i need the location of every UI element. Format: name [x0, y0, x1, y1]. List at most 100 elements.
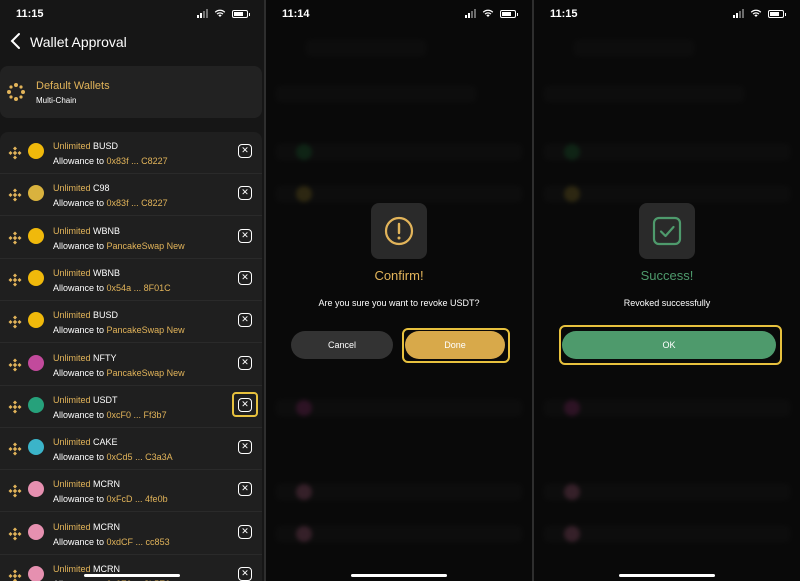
done-button-highlight — [402, 328, 510, 363]
revoke-close-icon[interactable]: ✕ — [238, 270, 252, 285]
approval-spender: Allowance to 0xFcD ... 4fe0b — [53, 494, 168, 504]
allowance-label: Allowance to — [53, 156, 105, 166]
approval-prefix: Unlimited — [53, 352, 91, 363]
allowance-label: Allowance to — [53, 494, 105, 505]
approval-prefix: Unlimited — [53, 141, 91, 151]
modal-overlay — [534, 0, 800, 581]
token-symbol: MCRN — [93, 564, 121, 574]
wallet-approval-screen: 11:15 Wallet Approval Default Wallets Mu… — [0, 0, 264, 581]
token-icon — [28, 143, 44, 159]
warning-icon-box — [371, 203, 427, 259]
status-bar: 11:14 — [266, 6, 532, 24]
default-wallets-card[interactable]: Default Wallets Multi-Chain — [0, 66, 262, 118]
token-icon — [28, 439, 44, 456]
battery-icon — [768, 9, 786, 18]
revoke-close-icon[interactable]: ✕ — [238, 355, 252, 370]
home-indicator — [351, 574, 447, 577]
approval-row: Unlimited MCRNAllowance to 0x0F0 ... 8b5… — [0, 555, 262, 581]
multi-chain-icon — [7, 83, 25, 101]
revoke-close-icon[interactable]: ✕ — [238, 313, 252, 328]
status-icons — [197, 9, 250, 18]
approval-amount: Unlimited MCRN — [53, 522, 120, 532]
token-symbol: WBNB — [93, 225, 121, 236]
status-time: 11:15 — [550, 8, 578, 20]
token-icon — [28, 354, 44, 371]
approval-row: Unlimited BUSD Allowance to PancakeSwap N… — [0, 301, 262, 344]
token-icon — [28, 269, 44, 286]
allowance-label: Allowance to — [53, 282, 105, 293]
success-icon-box — [639, 203, 695, 259]
spender-address: PancakeSwap New — [106, 325, 185, 336]
approval-prefix: Unlimited — [53, 225, 91, 236]
approval-amount: Unlimited WBNB — [53, 226, 120, 236]
check-icon — [652, 216, 682, 246]
signal-icon — [197, 9, 208, 18]
approval-spender: Allowance to 0x83f ... C8227 — [53, 156, 168, 166]
success-message: Revoked successfully — [623, 298, 711, 308]
spender-address: 0xFcD ... 4fe0b — [106, 494, 168, 505]
confirm-screen: 11:14 Confirm! Are you sure you want to … — [266, 0, 532, 581]
confirm-title: Confirm! — [374, 268, 424, 283]
token-symbol: BUSD — [93, 310, 119, 321]
token-symbol: WBNB — [93, 267, 121, 278]
token-symbol: BUSD — [93, 141, 119, 151]
approval-spender: Allowance to 0xcF0 ... Ff3b7 — [53, 410, 167, 420]
battery-icon — [500, 9, 518, 18]
revoke-close-icon[interactable]: ✕ — [238, 524, 252, 539]
token-symbol: MCRN — [93, 521, 121, 532]
token-icon — [28, 481, 44, 498]
cancel-button[interactable]: Cancel — [291, 331, 393, 359]
approval-amount: Unlimited USDT — [53, 395, 118, 405]
spender-address: PancakeSwap New — [106, 367, 185, 378]
token-symbol: CAKE — [93, 437, 118, 448]
approval-spender: Allowance to 0xdCF ... cc853 — [53, 537, 170, 547]
spender-address: 0xdCF ... cc853 — [106, 536, 170, 547]
bnb-chain-icon — [8, 315, 22, 329]
revoke-close-icon[interactable]: ✕ — [238, 144, 252, 158]
approval-amount: Unlimited CAKE — [53, 437, 118, 447]
approval-spender: Allowance to 0x83f ... C8227 — [53, 198, 168, 208]
approval-prefix: Unlimited — [53, 394, 91, 405]
approval-amount: Unlimited MCRN — [53, 479, 120, 489]
spender-address: PancakeSwap New — [106, 240, 185, 251]
wifi-icon — [214, 9, 226, 17]
approval-row: Unlimited MCRN Allowance to 0xdCF ... cc8… — [0, 513, 262, 555]
signal-icon — [733, 9, 744, 18]
token-icon — [28, 396, 44, 413]
allowance-label: Allowance to — [53, 367, 105, 378]
approval-prefix: Unlimited — [53, 479, 91, 490]
bnb-chain-icon — [8, 400, 22, 414]
approval-prefix: Unlimited — [53, 267, 91, 278]
wifi-icon — [750, 9, 762, 17]
revoke-close-icon[interactable]: ✕ — [238, 186, 252, 201]
approval-spender: Allowance to 0xCd5 ... C3a3A — [53, 452, 173, 462]
allowance-label: Allowance to — [53, 198, 105, 209]
approval-amount: Unlimited NFTY — [53, 353, 117, 363]
revoke-close-icon[interactable]: ✕ — [238, 440, 252, 455]
token-symbol: C98 — [93, 183, 110, 194]
approval-prefix: Unlimited — [53, 564, 91, 574]
approval-spender: Allowance to PancakeSwap New — [53, 368, 185, 378]
revoke-close-icon[interactable]: ✕ — [238, 482, 252, 497]
allowance-label: Allowance to — [53, 325, 105, 336]
approval-amount: Unlimited BUSD — [53, 141, 118, 151]
warning-icon — [384, 216, 414, 246]
approval-prefix: Unlimited — [53, 437, 91, 448]
token-icon — [28, 566, 44, 581]
approval-spender: Allowance to PancakeSwap New — [53, 325, 185, 335]
revoke-close-icon[interactable]: ✕ — [238, 228, 252, 243]
approval-row: Unlimited CAKE Allowance to 0xCd5 ... C3a… — [0, 428, 262, 471]
approval-list: Unlimited BUSD Allowance to 0x83f ... C82… — [0, 132, 262, 581]
bnb-chain-icon — [8, 569, 22, 581]
approval-amount: Unlimited WBNB — [53, 268, 120, 278]
approval-row: Unlimited WBNB Allowance to 0x54a ... 8F0… — [0, 259, 262, 301]
signal-icon — [465, 9, 476, 18]
default-wallets-title: Default Wallets — [36, 80, 110, 92]
token-symbol: MCRN — [93, 479, 121, 490]
token-icon — [28, 185, 44, 202]
token-icon — [28, 227, 44, 244]
approval-prefix: Unlimited — [53, 183, 91, 194]
revoke-close-icon[interactable]: ✕ — [238, 567, 252, 581]
back-chevron-icon[interactable] — [8, 30, 24, 52]
status-icons — [733, 9, 786, 18]
